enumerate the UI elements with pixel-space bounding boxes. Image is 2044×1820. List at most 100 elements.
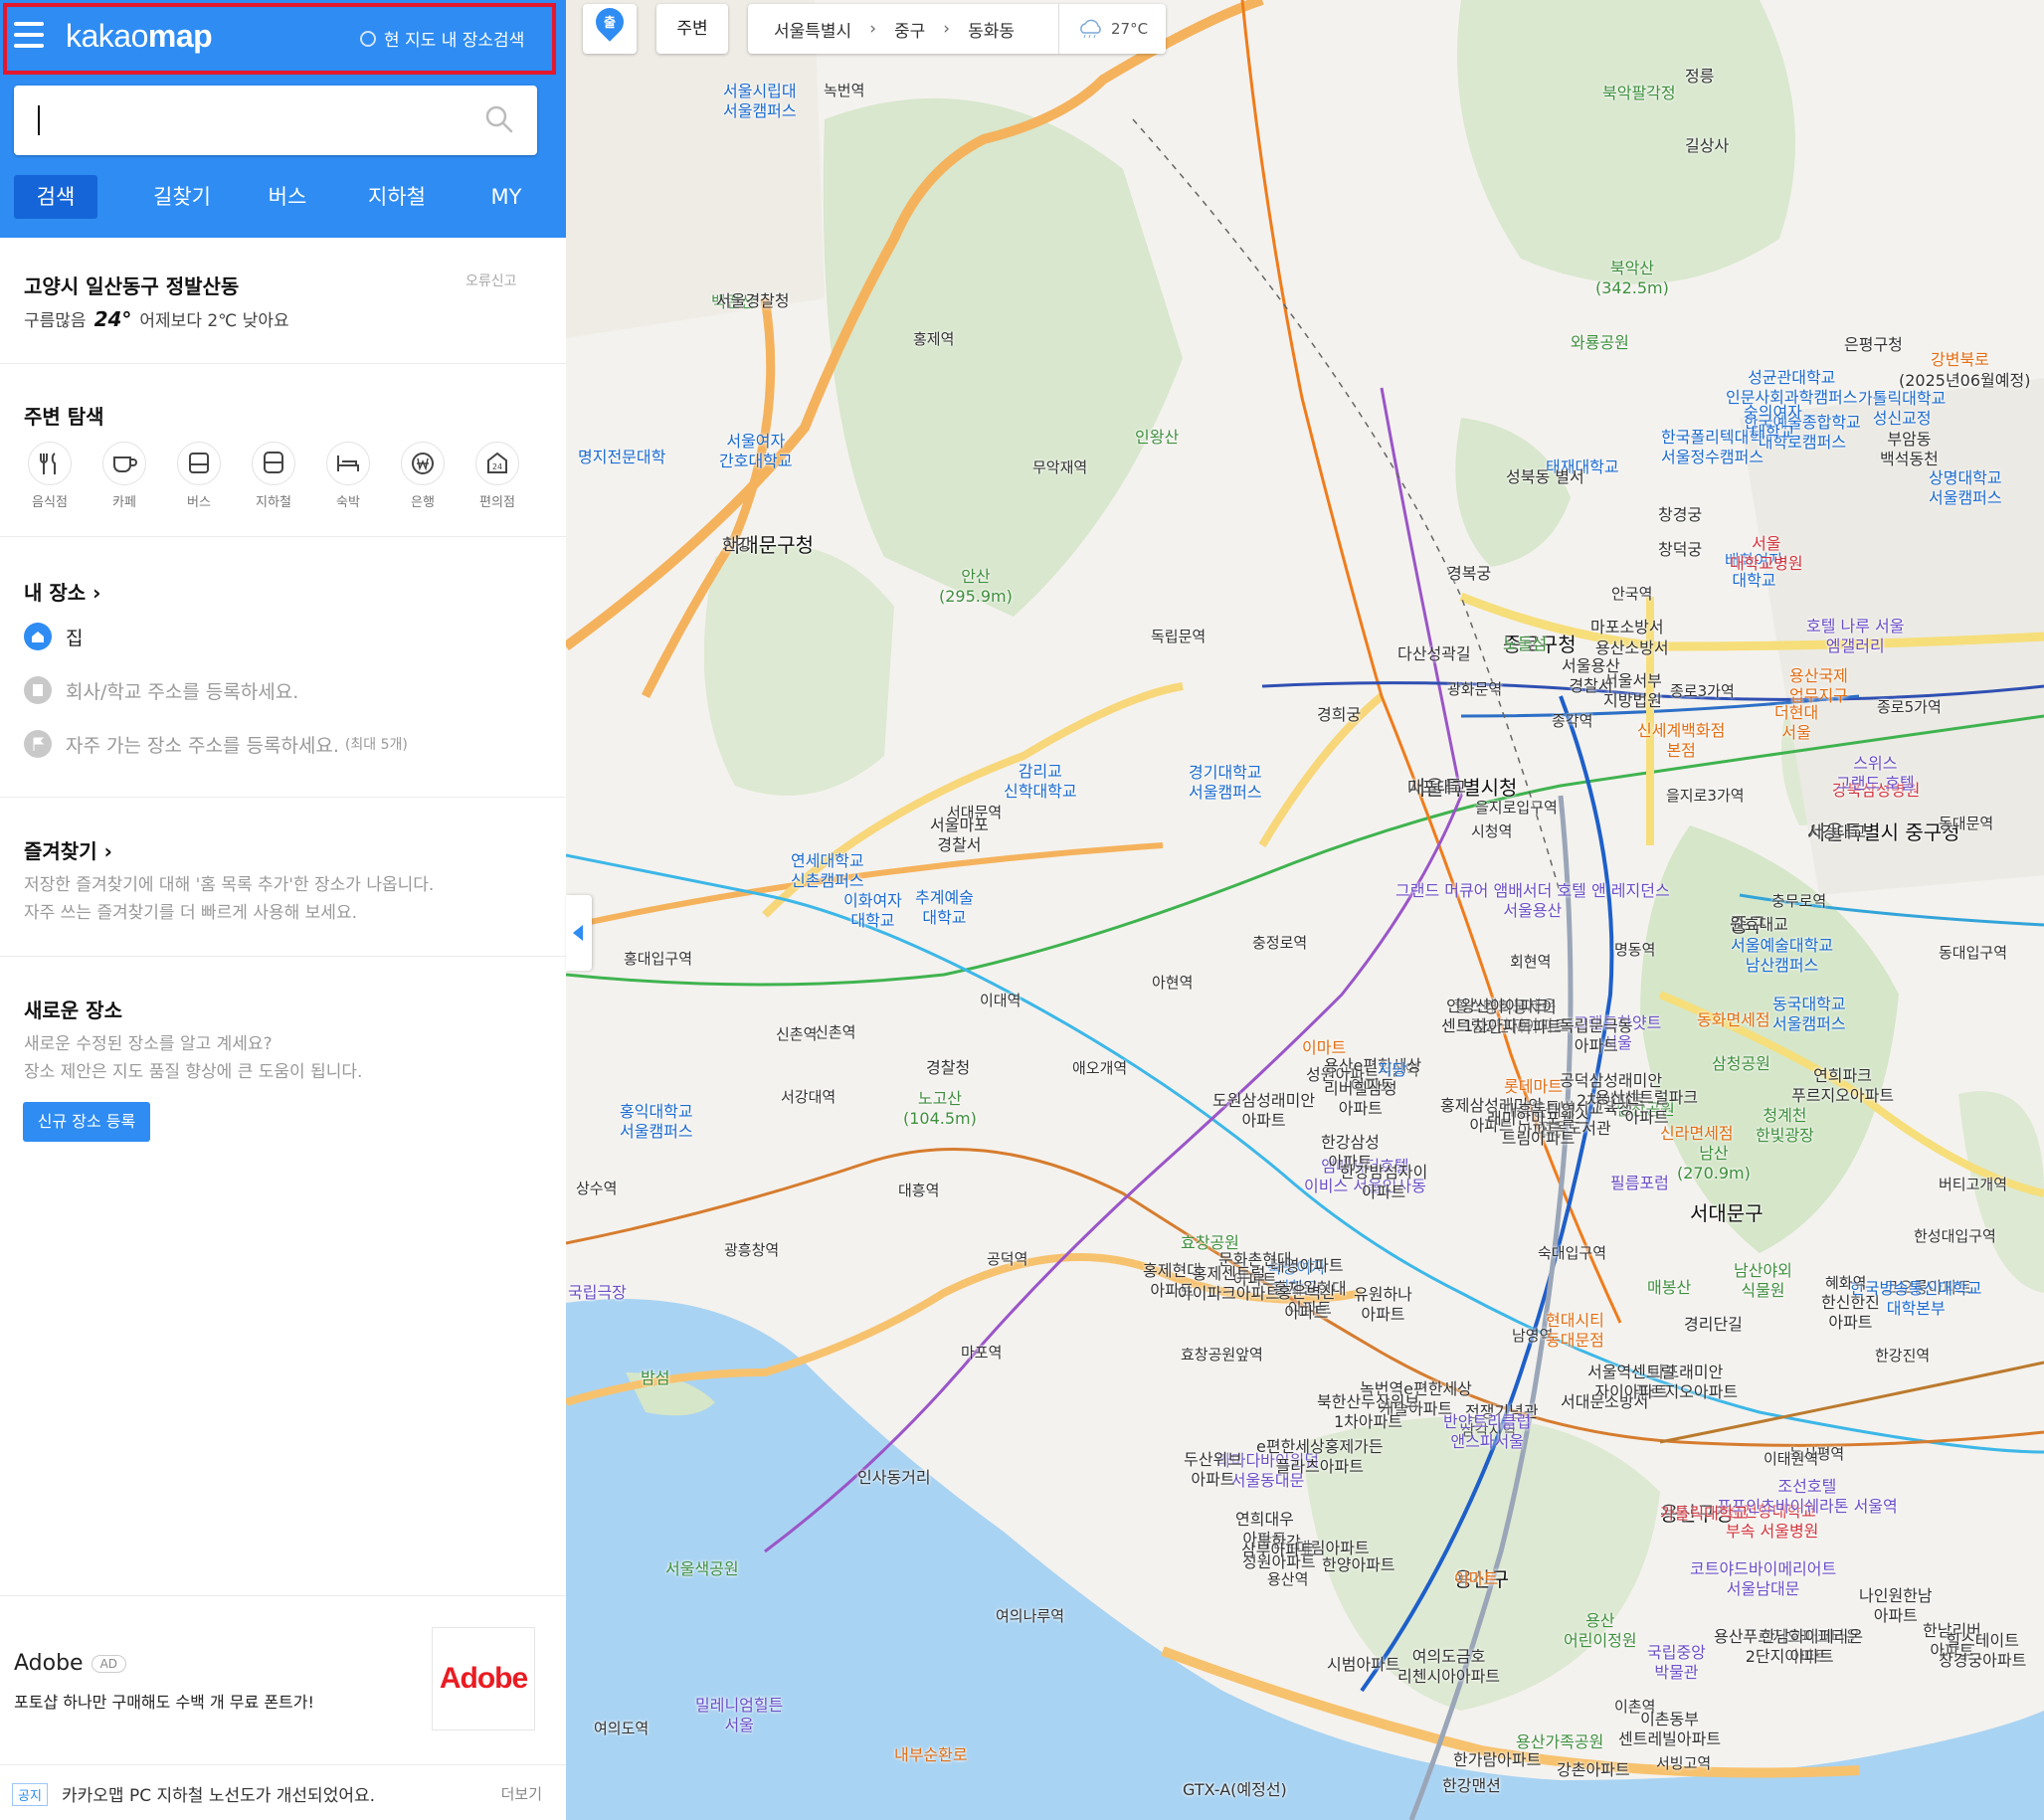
category-bank[interactable]: 은행	[393, 442, 453, 510]
map-place-label[interactable]: 밀레니엄힐튼 서울	[695, 1696, 783, 1735]
map-place-label[interactable]: 연희파크 푸르지오아파트	[1791, 1066, 1894, 1106]
map-canvas[interactable]: 서울특별시청 중구 서대문구청 종로구청 서울특별시 중구청 용산구청 용산구 서울역 시청역 충…	[566, 0, 2044, 1820]
map-place-label[interactable]: 래미안마포웰스 트림아파트	[1487, 1109, 1589, 1149]
map-place-label[interactable]: 나인원한남 아파트	[1859, 1586, 1933, 1626]
map-place-label[interactable]: 밤섬	[641, 1368, 669, 1388]
category-subway[interactable]: 지하철	[244, 442, 303, 510]
map-place-label[interactable]: 한가람아파트	[1453, 1750, 1541, 1770]
map-place-label[interactable]: 코트야드바이메리어트 서울남대문	[1690, 1559, 1836, 1599]
map-place-label[interactable]: 지당	[1378, 1060, 1406, 1080]
breadcrumb-city[interactable]: 서울특별시	[748, 17, 851, 42]
map-place-label[interactable]: 시청역	[1471, 821, 1512, 841]
map-place-label[interactable]: 호텔 나루 서울 엠갤러리	[1806, 617, 1905, 656]
map-place-label[interactable]: 대흥역	[898, 1181, 939, 1200]
category-cafe[interactable]: 카페	[94, 442, 154, 510]
adobe-logo[interactable]: Adobe	[432, 1627, 535, 1730]
map-place-label[interactable]: 서울 대학교병원	[1730, 534, 1803, 574]
map-start-pin-button[interactable]: 출	[583, 2, 637, 54]
map-place-label[interactable]: 용산소방서	[1595, 638, 1669, 658]
map-weather-chip[interactable]: 27°C	[1058, 4, 1166, 54]
map-place-label[interactable]: 한강밤섬자이 아파트	[1340, 1163, 1427, 1202]
map-place-label[interactable]: 용산 어린이정원	[1564, 1611, 1637, 1651]
map-place-label[interactable]: 홍익대학교 서울캠퍼스	[620, 1102, 693, 1142]
map-place-label[interactable]: 종로3가역	[1670, 681, 1735, 701]
my-places-title[interactable]: 내 장소 ›	[24, 577, 100, 606]
map-place-label[interactable]: 서울시립대 서울캠퍼스	[723, 82, 797, 121]
map-place-label[interactable]: 마포소방서	[1590, 618, 1664, 637]
map-place-label[interactable]: 유원하나 아파트	[1354, 1285, 1412, 1325]
map-nearby-button[interactable]: 주변	[656, 4, 728, 54]
map-place-label[interactable]: 한남하이페리온 아파트	[1761, 1627, 1863, 1667]
map-place-label[interactable]: 성북동 별서	[1506, 467, 1584, 487]
map-place-label[interactable]: 독립문극동 아파트	[1560, 1016, 1633, 1056]
map-place-label[interactable]: 여의도금호 리첸시아아파트	[1397, 1647, 1500, 1687]
map-place-label[interactable]: 혜화역	[1825, 1273, 1866, 1293]
map-place-label[interactable]: 서울예술대학교 남산캠퍼스	[1731, 936, 1833, 976]
category-restaurant[interactable]: 음식점	[20, 442, 80, 510]
my-place-work[interactable]: 회사/학교 주소를 등록하세요.	[24, 676, 298, 704]
map-place-label[interactable]: (2025년06월예정)	[1899, 371, 2030, 391]
collapse-sidebar-button[interactable]	[566, 895, 592, 971]
map-place-label[interactable]: 청계천 한빛광장	[1756, 1106, 1814, 1146]
map-place-label[interactable]: 신촌역	[815, 1022, 855, 1042]
notice-text[interactable]: 카카오맵 PC 지하철 노선도가 개선되었어요.	[62, 1781, 375, 1806]
map-place-label[interactable]: 경기대학교 서울캠퍼스	[1189, 763, 1262, 803]
map-place-label[interactable]: 경희궁	[1317, 705, 1361, 725]
map-place-label[interactable]: 국립극장	[568, 1283, 627, 1303]
map-place-label[interactable]: 신촌역	[776, 1024, 817, 1044]
map-place-label[interactable]: 삼청공원	[1712, 1054, 1770, 1074]
map-place-label[interactable]: 경리단길	[1684, 1315, 1743, 1335]
map-place-label[interactable]: 북한산두산위브 1차아파트	[1317, 1392, 1419, 1432]
map-place-label[interactable]: 홍은벽산 아파트	[1277, 1283, 1336, 1323]
map-place-label[interactable]: 그랜드 머큐어 앰배서더 호텔 앤 레지던스 서울용산	[1395, 881, 1670, 921]
map-place-label[interactable]: 한국방송통신대학교 대학본부	[1850, 1279, 1981, 1319]
map-place-label[interactable]: 가톨릭대학교 성신교정	[1858, 389, 1946, 429]
map-place-label[interactable]: 이마트	[1454, 1569, 1498, 1589]
map-place-label[interactable]: 추계예술 대학교	[915, 888, 974, 928]
tab-search[interactable]: 검색	[14, 175, 97, 219]
map-place-label[interactable]: 마포역	[961, 1343, 1002, 1363]
map-place-label[interactable]: 을지로3가역	[1666, 786, 1745, 806]
map-place-label[interactable]: 은평구청	[1844, 335, 1903, 355]
tab-directions[interactable]: 길찾기	[127, 175, 237, 219]
map-place-label[interactable]: 감리교 신학대학교	[1004, 762, 1077, 802]
map-place-label[interactable]: 창덕궁	[1658, 540, 1702, 560]
map-place-label[interactable]: 힐스테이트 창경궁아파트	[1939, 1631, 2026, 1671]
map-place-label[interactable]: 도원삼성래미안 아파트	[1212, 1091, 1315, 1131]
map-place-label[interactable]: 두산위브 아파트	[1184, 1450, 1242, 1490]
map-place-label[interactable]: 롯데마트	[1504, 1077, 1563, 1097]
tab-my[interactable]: MY	[452, 175, 561, 219]
map-place-label[interactable]: 공덕역	[987, 1249, 1027, 1269]
map-place-label[interactable]: 한성대입구역	[1914, 1226, 1996, 1246]
map-place-label[interactable]: 여의도역	[594, 1719, 649, 1738]
map-place-label[interactable]: 서울역센트럴 자이아파트	[1587, 1363, 1675, 1402]
map-place-label[interactable]: 동대입구역	[1939, 943, 2007, 963]
favorites-title[interactable]: 즐겨찾기 ›	[24, 835, 112, 864]
map-place-label[interactable]: 서울색공원	[665, 1559, 739, 1579]
map-place-label[interactable]: 상수역	[576, 1179, 617, 1198]
category-lodging[interactable]: 숙박	[318, 442, 378, 510]
breadcrumb-dong[interactable]: 동화동	[950, 17, 1015, 42]
map-place-label[interactable]: 더현대 서울	[1774, 703, 1818, 743]
map-place-label[interactable]: 아현역	[1152, 973, 1193, 993]
map-place-label[interactable]: 남산 (270.9m)	[1677, 1144, 1751, 1183]
map-place-label[interactable]: 상명대학교 서울캠퍼스	[1929, 468, 2002, 508]
breadcrumb-district[interactable]: 중구	[876, 17, 925, 42]
map-place-label[interactable]: 현대시티 동대문점	[1546, 1311, 1604, 1351]
map-place-label[interactable]: 안국역	[1611, 584, 1652, 604]
map-place-label[interactable]: 노들섬	[1503, 635, 1547, 654]
map-place-label[interactable]: 스위스 그랜드 호텔	[1836, 754, 1915, 794]
map-place-label[interactable]: 충무로역	[1771, 891, 1826, 911]
map-place-label[interactable]: 내부순환로	[894, 1745, 968, 1765]
map-place-label[interactable]: 정릉	[1685, 67, 1714, 87]
tab-bus[interactable]: 버스	[233, 175, 342, 219]
map-place-label[interactable]: 동화면세점	[1697, 1010, 1770, 1030]
map-place-label[interactable]: 필름포럼	[1610, 1174, 1669, 1193]
map-place-label[interactable]: 이태원역	[1764, 1449, 1818, 1469]
map-place-label[interactable]: 무악재역	[1032, 457, 1087, 477]
map-place-label[interactable]: 북악산 (342.5m)	[1595, 259, 1669, 298]
map-place-label[interactable]: 인사동거리	[857, 1468, 931, 1488]
map-place-label[interactable]: 경복궁	[1447, 564, 1491, 584]
map-place-label[interactable]: 이마트	[1302, 1038, 1346, 1058]
map-place-label[interactable]: 신세계백화점 본점	[1637, 721, 1725, 761]
